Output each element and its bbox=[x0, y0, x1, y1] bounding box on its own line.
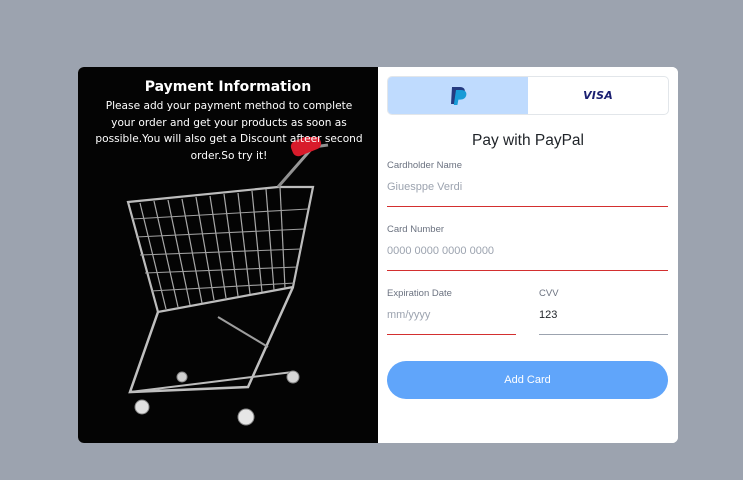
tab-paypal[interactable] bbox=[388, 77, 528, 114]
info-title: Payment Information bbox=[144, 79, 312, 95]
info-panel: Payment Information Please add your paym… bbox=[78, 67, 378, 443]
visa-logo: VISA bbox=[583, 89, 613, 102]
cvv-underline bbox=[539, 334, 668, 335]
cardholder-input[interactable] bbox=[387, 178, 665, 196]
card-number-underline bbox=[387, 270, 668, 271]
cardholder-label: Cardholder Name bbox=[387, 160, 462, 171]
shopping-cart-image bbox=[126, 137, 329, 426]
paypal-logo-icon bbox=[451, 86, 467, 105]
tab-visa[interactable]: VISA bbox=[528, 77, 668, 114]
add-card-button[interactable]: Add Card bbox=[387, 361, 668, 399]
expiration-label: Expiration Date bbox=[387, 288, 452, 299]
card-number-label: Card Number bbox=[387, 224, 445, 235]
info-description: Please add your payment method to comple… bbox=[95, 100, 363, 162]
expiration-input[interactable] bbox=[387, 306, 512, 324]
cardholder-underline bbox=[387, 206, 668, 207]
cvv-input[interactable] bbox=[539, 306, 664, 324]
payment-form-panel: VISA Pay with PayPal Cardholder Name Car… bbox=[378, 67, 678, 443]
payment-method-tabs: VISA bbox=[387, 76, 669, 115]
card-number-input[interactable] bbox=[387, 242, 665, 260]
cvv-label: CVV bbox=[539, 288, 559, 299]
expiration-underline bbox=[387, 334, 516, 335]
form-heading: Pay with PayPal bbox=[472, 132, 584, 149]
payment-card: Payment Information Please add your paym… bbox=[78, 67, 678, 443]
